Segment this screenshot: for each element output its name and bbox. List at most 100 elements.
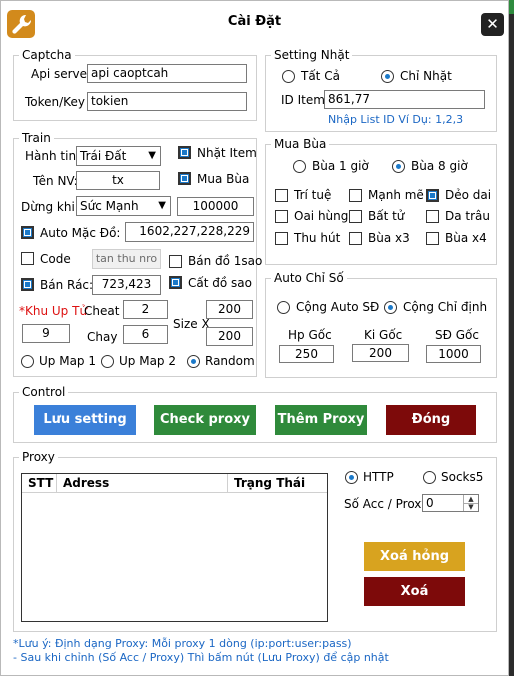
hp-goc-input[interactable]: 250 (279, 345, 334, 363)
note-line-1: *Lưu ý: Định dạng Proxy: Mỗi proxy 1 dòn… (13, 637, 352, 650)
ki-goc-input[interactable]: 200 (352, 344, 409, 362)
column-header-trang-thai[interactable]: Trạng Thái (228, 474, 328, 492)
up-map-1-label: Up Map 1 (39, 354, 96, 368)
cheat-input[interactable]: 2 (123, 300, 168, 319)
radio-chi-nhat-label: Chỉ Nhặt (400, 69, 452, 83)
nhat-item-checkbox[interactable] (178, 146, 191, 159)
radio-cong-auto[interactable] (277, 301, 290, 314)
khu-input[interactable]: 9 (22, 324, 70, 343)
bua-8-gio-label: Bùa 8 giờ (411, 159, 468, 173)
bua-deo-dai-label: Dẻo dai (445, 188, 492, 202)
bua-x4-checkbox[interactable] (426, 232, 439, 245)
radio-tat-ca-label: Tất Cả (301, 69, 340, 83)
bua-deo-dai-checkbox[interactable] (426, 189, 439, 202)
mua-bua-label: Mua Bùa (197, 172, 250, 186)
bua-x3-checkbox[interactable] (349, 232, 362, 245)
sd-goc-label: SĐ Gốc (435, 328, 479, 342)
stepper-down-icon[interactable]: ▼ (463, 503, 478, 511)
dong-button[interactable]: Đóng (386, 405, 476, 435)
token-input[interactable]: tokien (87, 92, 247, 111)
ban-do-1sao-checkbox[interactable] (169, 255, 182, 268)
hp-goc-label: Hp Gốc (288, 328, 332, 342)
radio-up-map-1[interactable] (21, 355, 34, 368)
id-item-label: ID Item (281, 93, 325, 107)
random-label: Random (205, 354, 255, 368)
close-button[interactable]: ✕ (481, 13, 504, 36)
bua-da-trau-checkbox[interactable] (426, 210, 439, 223)
code-input[interactable]: tan thu nro (92, 249, 161, 269)
ban-rac-input[interactable]: 723,423 (92, 275, 161, 295)
cat-do-sao-label: Cất đồ sao (188, 276, 252, 290)
chevron-down-icon: ▼ (158, 200, 166, 211)
auto-mac-do-checkbox[interactable] (21, 226, 34, 239)
dung-khi-select[interactable]: Sức Mạnh ▼ (76, 196, 171, 216)
bua-x4-label: Bùa x4 (445, 231, 487, 245)
radio-socks5[interactable] (423, 471, 436, 484)
mua-bua-checkbox[interactable] (178, 172, 191, 185)
radio-chi-nhat[interactable] (381, 70, 394, 83)
ten-nv-label: Tên NV: (33, 174, 78, 188)
radio-tat-ca[interactable] (282, 70, 295, 83)
radio-up-map-2[interactable] (101, 355, 114, 368)
check-proxy-button[interactable]: Check proxy (154, 405, 256, 435)
ban-do-1sao-label: Bán đồ 1sao (188, 254, 263, 268)
note-line-2: - Sau khi chỉnh (Số Acc / Proxy) Thì bấm… (13, 651, 389, 664)
dung-khi-label: Dừng khi: (21, 200, 79, 214)
radio-bua-8-gio[interactable] (392, 160, 405, 173)
http-label: HTTP (363, 470, 394, 484)
api-server-input[interactable]: api caoptcah (87, 64, 247, 83)
up-map-2-label: Up Map 2 (119, 354, 176, 368)
radio-random[interactable] (187, 355, 200, 368)
table-header-divider (22, 492, 327, 493)
auto-mac-do-input[interactable]: 1602,227,228,229 (125, 222, 254, 242)
so-acc-proxy-stepper[interactable]: 0 ▲ ▼ (422, 494, 479, 512)
sd-goc-input[interactable]: 1000 (426, 345, 481, 363)
proxy-legend: Proxy (19, 450, 58, 464)
setting-nhat-legend: Setting Nhặt (271, 48, 353, 62)
captcha-legend: Captcha (19, 48, 75, 62)
bua-manh-me-checkbox[interactable] (349, 189, 362, 202)
train-legend: Train (19, 131, 54, 145)
proxy-table[interactable]: STT Adress Trạng Thái (21, 473, 328, 622)
bua-manh-me-label: Mạnh mẽ (368, 188, 424, 202)
bua-oai-hung-label: Oai hùng (294, 209, 349, 223)
bua-1-gio-label: Bùa 1 giờ (312, 159, 369, 173)
column-header-adress[interactable]: Adress (57, 474, 228, 492)
hanh-tinh-select[interactable]: Trái Đất ▼ (76, 146, 161, 166)
cat-do-sao-checkbox[interactable] (169, 276, 182, 289)
them-proxy-button[interactable]: Thêm Proxy (275, 405, 367, 435)
radio-cong-chi-dinh[interactable] (384, 301, 397, 314)
ban-rac-checkbox[interactable] (21, 278, 34, 291)
code-label: Code (40, 252, 71, 266)
chevron-down-icon: ▼ (148, 150, 156, 161)
bua-tri-tue-label: Trí tuệ (294, 188, 332, 202)
bua-tri-tue-checkbox[interactable] (275, 189, 288, 202)
chay-input[interactable]: 6 (123, 325, 168, 344)
size-b-input[interactable]: 200 (206, 327, 253, 346)
size-a-input[interactable]: 200 (206, 300, 253, 319)
id-item-input[interactable]: 861,77 (324, 90, 485, 109)
settings-window: Cài Đặt ✕ Captcha Api server api caoptca… (0, 0, 509, 676)
auto-mac-do-label: Auto Mặc Đồ: (40, 226, 121, 240)
ban-rac-label: Bán Rác: (40, 278, 94, 292)
title-bar: Cài Đặt ✕ (1, 1, 508, 45)
bua-bat-tu-checkbox[interactable] (349, 210, 362, 223)
bua-thu-hut-checkbox[interactable] (275, 232, 288, 245)
hanh-tinh-value: Trái Đất (80, 149, 127, 163)
cheat-label: Cheat (84, 304, 120, 318)
so-acc-proxy-value: 0 (426, 496, 434, 510)
dung-khi-amount-input[interactable]: 100000 (177, 197, 254, 216)
luu-setting-button[interactable]: Lưu setting (34, 405, 136, 435)
radio-bua-1-gio[interactable] (293, 160, 306, 173)
xoa-button[interactable]: Xoá (364, 577, 465, 606)
ki-goc-label: Ki Gốc (364, 328, 403, 342)
column-header-stt[interactable]: STT (22, 474, 57, 492)
xoa-hong-button[interactable]: Xoá hỏng (364, 542, 465, 571)
bua-oai-hung-checkbox[interactable] (275, 210, 288, 223)
ten-nv-input[interactable]: tx (76, 171, 160, 190)
bua-x3-label: Bùa x3 (368, 231, 410, 245)
auto-chi-so-legend: Auto Chỉ Số (271, 271, 347, 285)
bua-da-trau-label: Da trâu (445, 209, 491, 223)
code-checkbox[interactable] (21, 252, 34, 265)
radio-http[interactable] (345, 471, 358, 484)
